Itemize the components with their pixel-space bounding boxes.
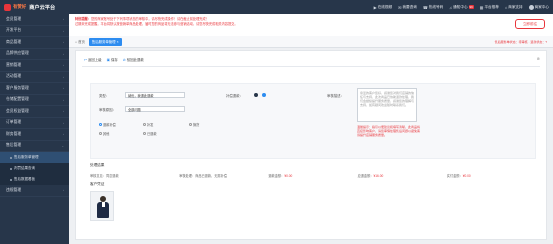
after-sales-detail-card: ↩ 返回上级 ▣ 保存 ⊘ 驳回此退款 ⊗ 类型： 纳优，我退此退款 审核原因： 全部… (75, 50, 547, 240)
chevron-right-icon: › (63, 51, 64, 56)
sidebar-item-finance[interactable]: 财务管理 › (0, 129, 69, 141)
play-icon: ▶ (373, 4, 377, 10)
sidebar-item-customer-service[interactable]: 客户服务管理 › (0, 83, 69, 95)
radio-refund-compensation[interactable]: 退款补偿 (99, 122, 116, 127)
photo-section-title: 客户凭证 (90, 182, 105, 186)
review-handling: 审核处理：商品已退款，无需补偿 (179, 174, 227, 178)
top-navigation-bar: 有赞好 商户云平台 ▶ 在线视频 ✉ 我要咨询 ☎ 热线号码 ♫ 通知中心 99 ▦ 平台推… (0, 0, 553, 14)
sidebar-item-warehouse[interactable]: 仓储配置管理 › (0, 95, 69, 106)
info-icon (262, 93, 266, 97)
grid-icon: ▦ (479, 4, 484, 10)
chevron-right-icon: › (63, 97, 64, 102)
toolbar: ↩ 返回上级 ▣ 保存 ⊘ 驳回此退款 (84, 57, 144, 63)
sidebar-sub-penalty-query[interactable]: 判罚结果查询 (0, 163, 69, 174)
notice-line2: 过期未完成提醒，平台将默认按营销单商品处理，届时您的商品将无法参与营销活动，请您… (75, 21, 238, 26)
chevron-right-icon: › (63, 86, 64, 91)
due-amount: 应退金额：¥16.00 (357, 174, 384, 178)
notice-prefix: 特别提醒： (75, 17, 91, 21)
sidebar-item-brand-supply[interactable]: 品牌供应管理 › (0, 49, 69, 60)
sidebar-item-orders[interactable]: 订单管理 › (0, 118, 69, 129)
refund-amount: 退款金额：¥0.00 (268, 174, 293, 178)
tab-home[interactable]: ⌂ 首页 (75, 39, 85, 45)
radio-reissue[interactable]: 补发 (143, 122, 153, 127)
save-icon: ▣ (106, 57, 110, 62)
accept-label: 补偿退款： (226, 94, 243, 98)
order-status-text: 售后服务单状态：待审核 · 退款状态：? (494, 39, 547, 44)
reject-icon: ⊘ (122, 57, 126, 62)
chevron-right-icon: › (63, 28, 64, 33)
review-opinion: 审核意见：同意退款 (90, 174, 119, 178)
reason-label: 审核原因： (99, 108, 116, 112)
store-icon: ⌂ (504, 4, 508, 10)
sidebar-item-violations[interactable]: 违规管理 › (0, 185, 69, 197)
sidebar-item-products[interactable]: 商品管理 › (0, 37, 69, 49)
sidebar-sub-after-sales-orders[interactable]: 售后服务单管理 (0, 152, 69, 163)
save-button[interactable]: ▣ 保存 (106, 57, 118, 63)
sidebar: 会员管理 › 开发平台 › 商品管理 › 品牌供应管理 › 营销管理 › 活动管理 › 客户… (0, 14, 69, 244)
topnav-hotline[interactable]: ☎ 热线号码 (423, 5, 443, 10)
radio-refunded[interactable]: 已退款 (143, 131, 157, 136)
topnav-support[interactable]: ⌂ 商家支持 (505, 5, 523, 10)
close-icon[interactable]: × (117, 40, 119, 44)
review-form: 类型： 纳优，我退此退款 审核原因： 全部问题 补偿退款： 审核描述： 亲爱的客… (90, 83, 536, 159)
customer-evidence-photo[interactable] (90, 191, 114, 221)
app-logo[interactable]: 有赞好 商户云平台 (4, 2, 74, 12)
type-label: 类型： (99, 94, 110, 98)
back-icon: ↩ (84, 57, 88, 62)
divider (82, 66, 540, 67)
top-nav: ▶ 在线视频 ✉ 我要咨询 ☎ 热线号码 ♫ 通知中心 99 ▦ 平台推荐 ⌂ 商家支持 商家… (374, 2, 549, 12)
topnav-recommend[interactable]: ▦ 平台推荐 (480, 5, 499, 10)
topnav-consult[interactable]: ✉ 我要咨询 (398, 5, 417, 10)
topnav-user[interactable]: 商家中心 (528, 4, 549, 10)
sidebar-sub-after-sales-dashboard[interactable]: 售后数据看板 (0, 174, 69, 185)
sidebar-item-members[interactable]: 会员管理 › (0, 14, 69, 26)
reject-refund-button[interactable]: ⊘ 驳回此退款 (122, 57, 144, 63)
chevron-right-icon: › (63, 132, 64, 137)
type-select[interactable]: 纳优，我退此退款 (125, 92, 185, 98)
chevron-right-icon: › (63, 17, 64, 22)
avatar (528, 4, 534, 10)
topnav-video[interactable]: ▶ 在线视频 (374, 5, 392, 10)
notice-banner: 特别提醒：您的商家账号处于下列事项状态的审核中，请尽快完成操作！请在截止前处理完… (69, 14, 553, 36)
result-section-title: 处理结果 (90, 163, 105, 167)
radio-other[interactable]: 其他 (99, 131, 109, 136)
warning-text: 温馨提示：指引以便建议和填写清晰，此商品将直接影响客户，请您审慎处理售后问题以避… (357, 125, 421, 137)
sidebar-item-after-sales[interactable]: 售后管理 ⌄ (0, 141, 69, 152)
topnav-notice[interactable]: ♫ 通知中心 99 (449, 5, 474, 10)
tab-after-sales-orders[interactable]: 售后服务单管理 × (88, 37, 122, 46)
result-info-row: 审核意见：同意退款 审核处理：商品已退款，无需补偿 退款金额：¥0.00 应退金… (90, 173, 536, 178)
sidebar-item-marketing[interactable]: 营销管理 › (0, 60, 69, 72)
reason-select[interactable]: 全部问题 (125, 106, 185, 112)
notice-badge: 99 (468, 5, 474, 9)
bell-icon: ♫ (449, 4, 453, 10)
sidebar-item-dev-platform[interactable]: 开发平台 › (0, 26, 69, 37)
description-label: 审核描述： (327, 94, 344, 98)
chevron-right-icon: › (63, 40, 64, 45)
chevron-right-icon: › (63, 120, 64, 125)
chevron-right-icon: › (63, 63, 64, 68)
sidebar-item-activities[interactable]: 活动管理 › (0, 72, 69, 83)
go-now-button[interactable]: 立即前往 (515, 19, 545, 29)
app-title: 商户云平台 (29, 4, 56, 11)
home-icon: ⌂ (75, 39, 78, 44)
chevron-right-icon: › (63, 74, 64, 79)
accept-toggle-icon[interactable] (254, 93, 258, 97)
chat-icon: ✉ (398, 4, 402, 10)
logo-mark-icon (4, 3, 11, 11)
tab-bar: ⌂ 首页 售后服务单管理 × 售后服务单状态：待审核 · 退款状态：? (69, 36, 553, 48)
sidebar-item-member-rights[interactable]: 会员权益管理 › (0, 106, 69, 118)
chevron-right-icon: › (63, 188, 64, 193)
chevron-right-icon: › (63, 109, 64, 114)
chevron-down-icon: ⌄ (61, 143, 64, 148)
radio-exchange[interactable]: 换货 (189, 122, 199, 127)
notice-line1: 您的商家账号处于下列事项状态的审核中，请尽快完成操作！请在截止前处理完成！ (90, 17, 209, 21)
back-button[interactable]: ↩ 返回上级 (84, 57, 102, 63)
close-icon[interactable]: ⊗ (537, 56, 540, 61)
phone-icon: ☎ (422, 4, 428, 10)
logo-text: 有赞好 (13, 4, 27, 9)
paid-amount: 实付金额：¥0.00 (446, 174, 471, 178)
description-textarea[interactable]: 亲爱的客户您好，感谢您对我们店铺的信任与支持，此次商品已协助退款处理，我们会继续… (357, 88, 417, 122)
